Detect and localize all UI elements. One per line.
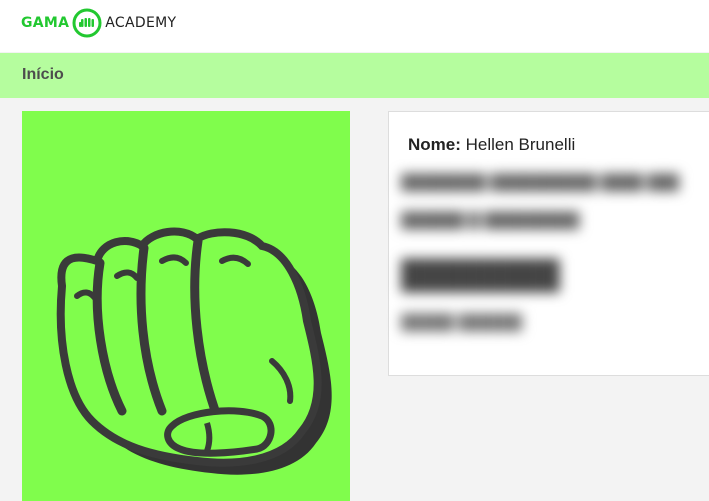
breadcrumb-bar: Início <box>0 53 709 98</box>
name-value: Hellen Brunelli <box>465 135 576 154</box>
logo-academy-text: ACADEMY <box>105 15 177 31</box>
profile-photo <box>22 111 350 501</box>
name-label: Nome: <box>408 135 461 154</box>
gama-academy-logo[interactable]: GAMA ACADEMY <box>21 8 176 38</box>
fist-icon <box>56 227 332 475</box>
page-title: Início <box>22 66 64 83</box>
blurred-heading: ████████ <box>401 259 560 290</box>
blurred-line-2: ██████ █ █████████ <box>401 212 580 229</box>
blurred-profile-details: ████████ ██████████ ████ ███ ██████ █ ██… <box>397 164 689 354</box>
blurred-line-4: █████ ██████ <box>401 314 523 331</box>
profile-card: Nome: Hellen Brunelli ████████ █████████… <box>388 111 709 376</box>
fist-logo-icon <box>72 8 102 38</box>
top-navbar: GAMA ACADEMY <box>0 0 709 52</box>
name-row: Nome: Hellen Brunelli <box>408 135 575 155</box>
logo-gama-text: GAMA <box>21 15 70 31</box>
blurred-line-1: ████████ ██████████ ████ ███ <box>401 174 680 191</box>
